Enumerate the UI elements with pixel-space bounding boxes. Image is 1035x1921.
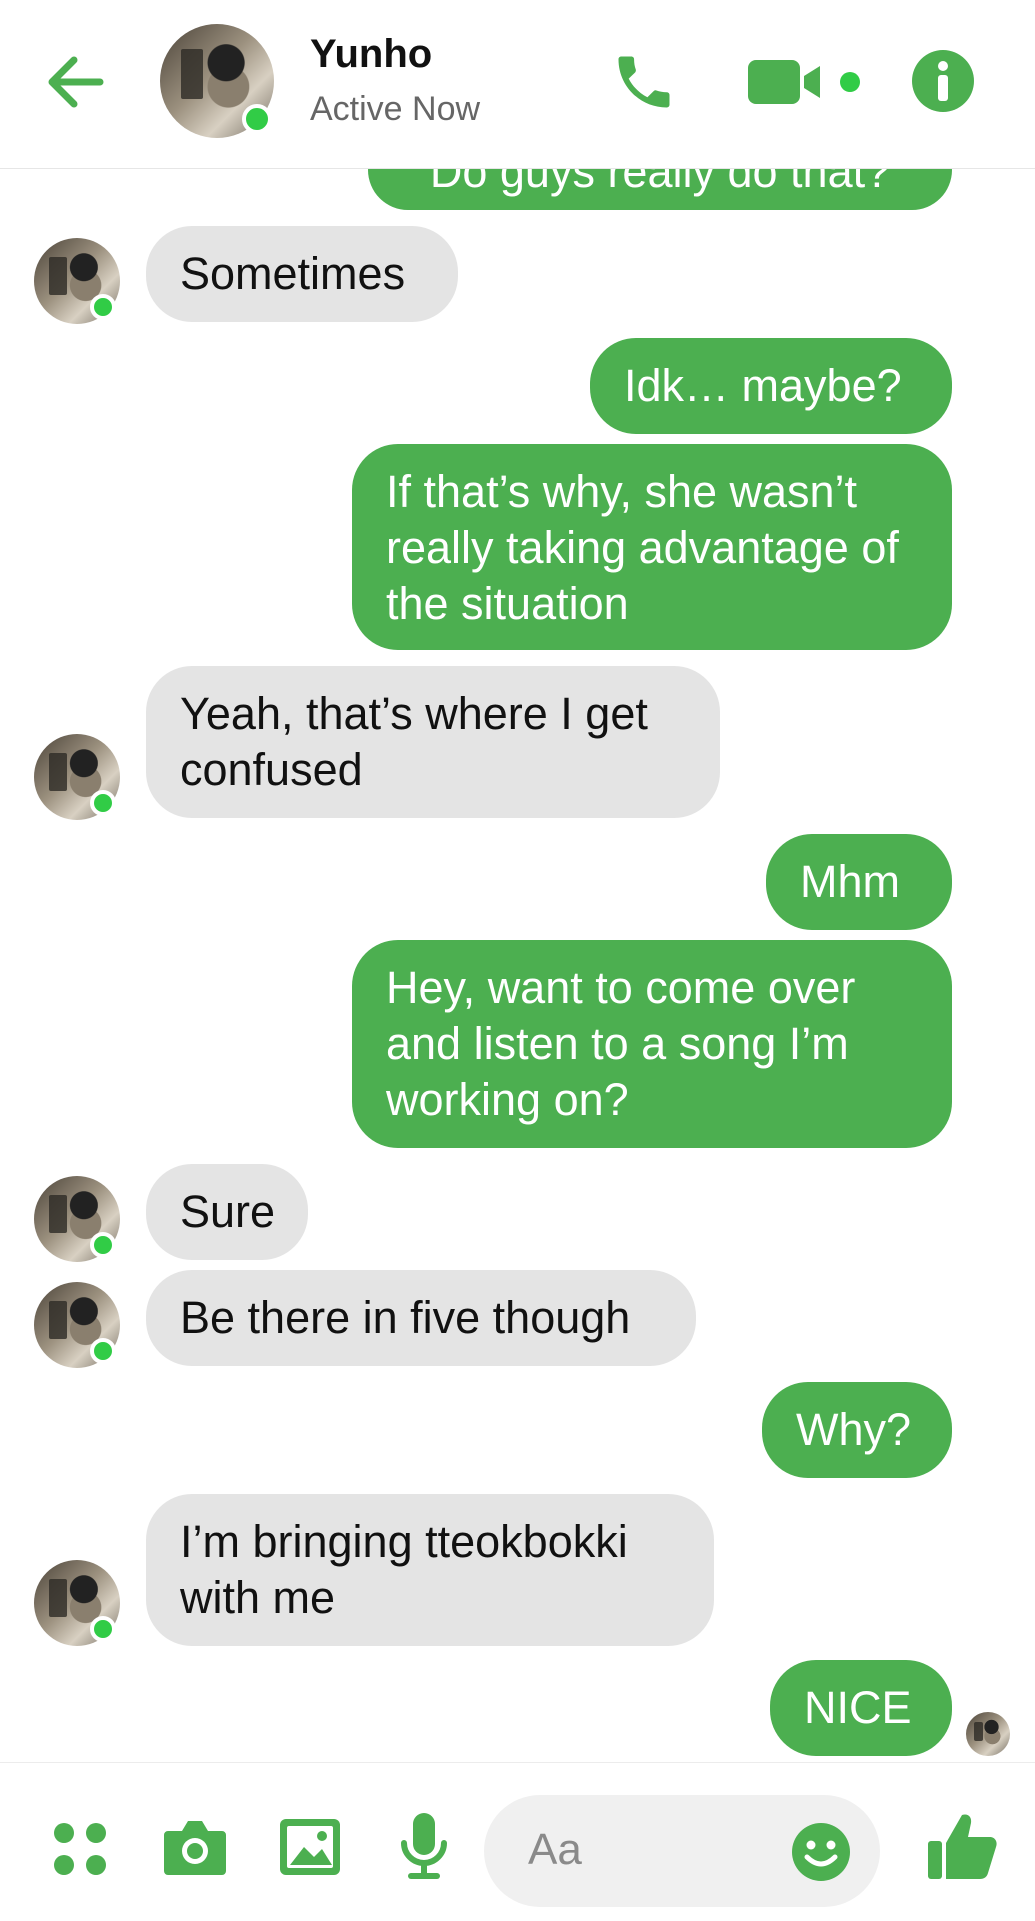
video-camera-icon[interactable]	[746, 52, 866, 112]
message-incoming[interactable]: Sometimes	[146, 226, 458, 322]
info-icon[interactable]	[910, 48, 976, 114]
message-incoming[interactable]: Yeah, that’s where I get confused	[146, 666, 720, 818]
camera-icon[interactable]	[162, 1817, 228, 1877]
emoji-icon[interactable]	[790, 1821, 852, 1883]
message-incoming[interactable]: I’m bringing tteokbokki with me	[146, 1494, 714, 1646]
message-outgoing[interactable]: NICE	[770, 1660, 952, 1756]
active-status: Active Now	[310, 90, 481, 128]
message-thread[interactable]: Do guys really do that? Sometimes Idk… m…	[0, 0, 1035, 1760]
read-receipt-avatar	[966, 1712, 1010, 1756]
thumbs-up-icon[interactable]	[926, 1809, 998, 1883]
online-indicator	[90, 294, 116, 320]
phone-icon[interactable]	[610, 48, 678, 116]
message-input-placeholder: Aa	[528, 1825, 582, 1874]
message-outgoing[interactable]: If that’s why, she wasn’t really taking …	[352, 444, 952, 650]
online-indicator	[242, 104, 272, 134]
message-input[interactable]: Aa	[484, 1795, 880, 1907]
image-icon[interactable]	[278, 1815, 342, 1879]
message-composer: Aa	[0, 1762, 1035, 1921]
online-indicator	[90, 790, 116, 816]
online-indicator	[90, 1232, 116, 1258]
back-arrow-icon[interactable]	[44, 50, 108, 114]
message-incoming[interactable]: Sure	[146, 1164, 308, 1260]
message-outgoing[interactable]: Why?	[762, 1382, 952, 1478]
message-outgoing[interactable]: Mhm	[766, 834, 952, 930]
message-outgoing[interactable]: Idk… maybe?	[590, 338, 952, 434]
microphone-icon[interactable]	[396, 1811, 452, 1883]
contact-name[interactable]: Yunho	[310, 32, 432, 77]
message-outgoing[interactable]: Hey, want to come over and listen to a s…	[352, 940, 952, 1148]
online-indicator	[90, 1338, 116, 1364]
conversation-header: Yunho Active Now	[0, 0, 1035, 169]
message-incoming[interactable]: Be there in five though	[146, 1270, 696, 1366]
apps-grid-icon[interactable]	[52, 1821, 108, 1877]
online-indicator	[90, 1616, 116, 1642]
